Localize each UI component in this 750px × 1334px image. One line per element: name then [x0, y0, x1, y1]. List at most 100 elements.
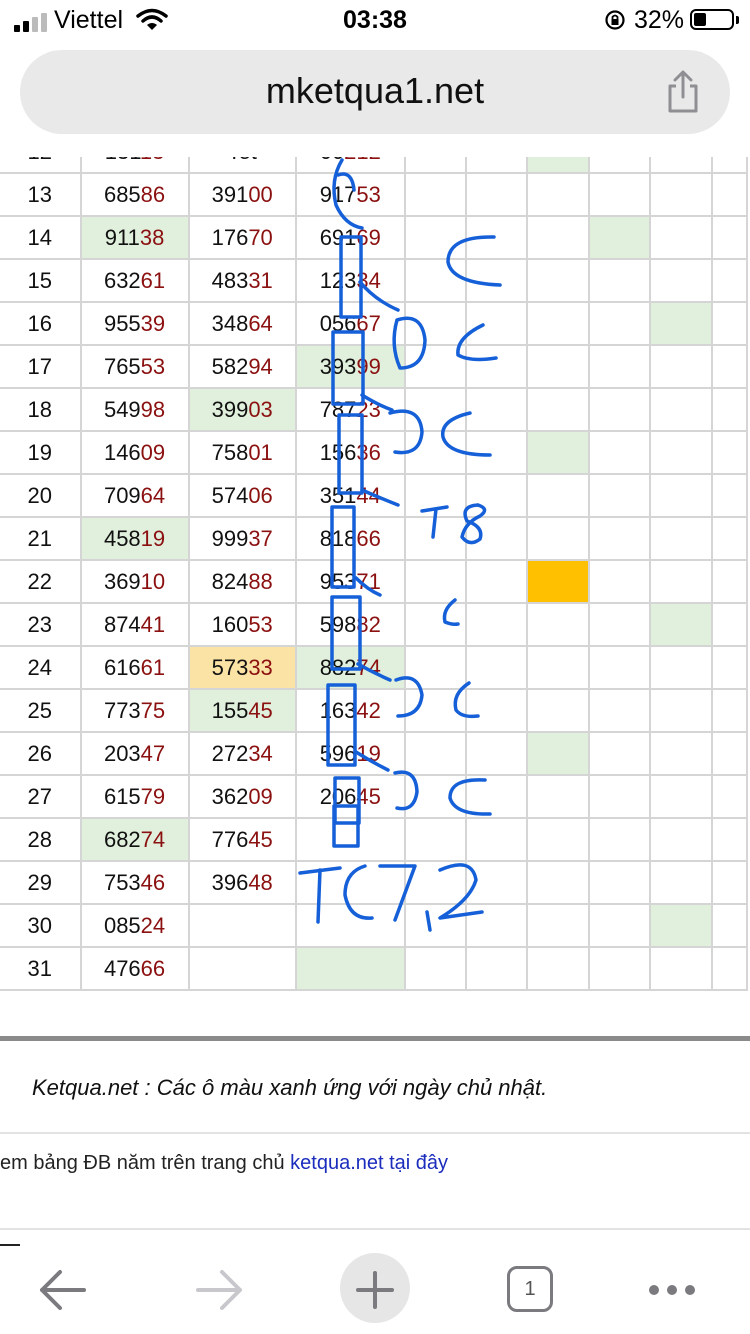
result-cell: 47666 [79, 946, 190, 991]
empty-cell [526, 473, 591, 518]
result-prefix: 272 [211, 740, 249, 766]
result-cell: 16342 [294, 688, 406, 733]
result-cell: 77375 [79, 688, 190, 733]
empty-cell [588, 172, 652, 217]
empty-cell [526, 430, 591, 475]
empty-cell [526, 946, 591, 991]
empty-cell [711, 516, 748, 561]
empty-cell [649, 301, 713, 346]
address-bar[interactable]: mketqua1.net [20, 50, 730, 134]
result-cell: 14609 [79, 430, 190, 475]
empty-cell [649, 946, 713, 991]
result-prefix: 596 [319, 740, 357, 766]
result-last-two-digits: 70 [248, 224, 273, 250]
result-cell: 81866 [294, 516, 406, 561]
result-prefix: 155 [211, 697, 249, 723]
result-cell: 70964 [79, 473, 190, 518]
result-last-two-digits: 00 [248, 181, 273, 207]
result-prefix: 483 [211, 267, 249, 293]
result-last-two-digits: 46 [140, 869, 166, 895]
result-last-two-digits: 36 [356, 439, 381, 465]
day-number: 13 [0, 172, 82, 217]
result-prefix: 362 [211, 783, 249, 809]
empty-cell [588, 817, 652, 862]
day-number: 24 [0, 645, 82, 690]
empty-cell [403, 387, 467, 432]
results-table-viewport[interactable]: 1213113Tet002121368586391009175314911381… [0, 157, 750, 1036]
plus-icon[interactable] [335, 1246, 415, 1334]
empty-cell [588, 903, 652, 948]
empty-cell [526, 516, 591, 561]
results-table: 1213113Tet002121368586391009175314911381… [0, 157, 748, 991]
share-icon[interactable] [663, 70, 703, 114]
more-icon[interactable] [632, 1246, 712, 1334]
table-row: 23 87441 16053 59882 [0, 602, 748, 647]
empty-cell [526, 559, 591, 604]
day-number: 31 [0, 946, 82, 991]
result-prefix: 146 [103, 439, 141, 465]
empty-cell [403, 559, 467, 604]
result-cell: 36209 [187, 774, 297, 819]
empty-cell [649, 157, 713, 174]
empty-cell [711, 817, 748, 862]
result-prefix: 393 [319, 353, 357, 379]
result-last-two-digits: 45 [248, 697, 273, 723]
result-prefix: 824 [211, 568, 249, 594]
result-cell: 08524 [79, 903, 190, 948]
empty-cell [464, 473, 529, 518]
empty-cell [588, 157, 652, 174]
table-row: 24 61661 57333 88274 [0, 645, 748, 690]
empty-cell [526, 215, 591, 260]
result-cell: 13113 [79, 157, 190, 174]
result-cell: 27234 [187, 731, 297, 776]
url-text[interactable]: mketqua1.net [20, 70, 730, 112]
empty-cell [711, 172, 748, 217]
empty-cell [403, 860, 467, 905]
result-last-two-digits: 01 [248, 439, 273, 465]
forward-arrow-icon[interactable] [180, 1246, 260, 1334]
result-cell: 61661 [79, 645, 190, 690]
day-number: 20 [0, 473, 82, 518]
table-row: 20 70964 57406 35144 [0, 473, 748, 518]
status-bar: Viettel 03:38 32% [0, 0, 750, 44]
result-prefix: 203 [103, 740, 141, 766]
result-last-two-digits: 13 [140, 157, 164, 164]
empty-cell [403, 344, 467, 389]
result-prefix: 953 [319, 568, 357, 594]
empty-cell [464, 559, 529, 604]
empty-cell [649, 602, 713, 647]
empty-cell [464, 602, 529, 647]
tabs-icon[interactable]: 1 [507, 1266, 553, 1312]
result-cell: 54998 [79, 387, 190, 432]
table-row: 31 47666 [0, 946, 748, 991]
result-prefix: 582 [211, 353, 249, 379]
result-last-two-digits: 64 [140, 482, 166, 508]
result-cell: 39903 [187, 387, 297, 432]
result-cell [294, 946, 406, 991]
table-row: 21 45819 99937 81866 [0, 516, 748, 561]
result-last-two-digits: 61 [140, 654, 166, 680]
table-bottom-border [0, 1036, 750, 1041]
result-last-two-digits: 37 [248, 525, 273, 551]
empty-cell [464, 860, 529, 905]
result-prefix: 123 [319, 267, 357, 293]
empty-cell [403, 516, 467, 561]
result-cell: 76553 [79, 344, 190, 389]
back-arrow-icon[interactable] [22, 1246, 102, 1334]
result-prefix: 369 [103, 568, 141, 594]
homepage-link[interactable]: ketqua.net tại đây [290, 1152, 448, 1174]
empty-cell [464, 258, 529, 303]
result-cell: 99937 [187, 516, 297, 561]
empty-cell [588, 344, 652, 389]
empty-cell [649, 430, 713, 475]
empty-cell [464, 516, 529, 561]
empty-cell [526, 387, 591, 432]
result-cell: 75801 [187, 430, 297, 475]
result-last-two-digits: 39 [140, 310, 166, 336]
result-cell: 39100 [187, 172, 297, 217]
result-prefix: 955 [103, 310, 141, 336]
table-row: 19 14609 75801 15636 [0, 430, 748, 475]
empty-cell [649, 731, 713, 776]
result-last-two-digits: 10 [140, 568, 166, 594]
result-last-two-digits: 74 [356, 654, 381, 680]
